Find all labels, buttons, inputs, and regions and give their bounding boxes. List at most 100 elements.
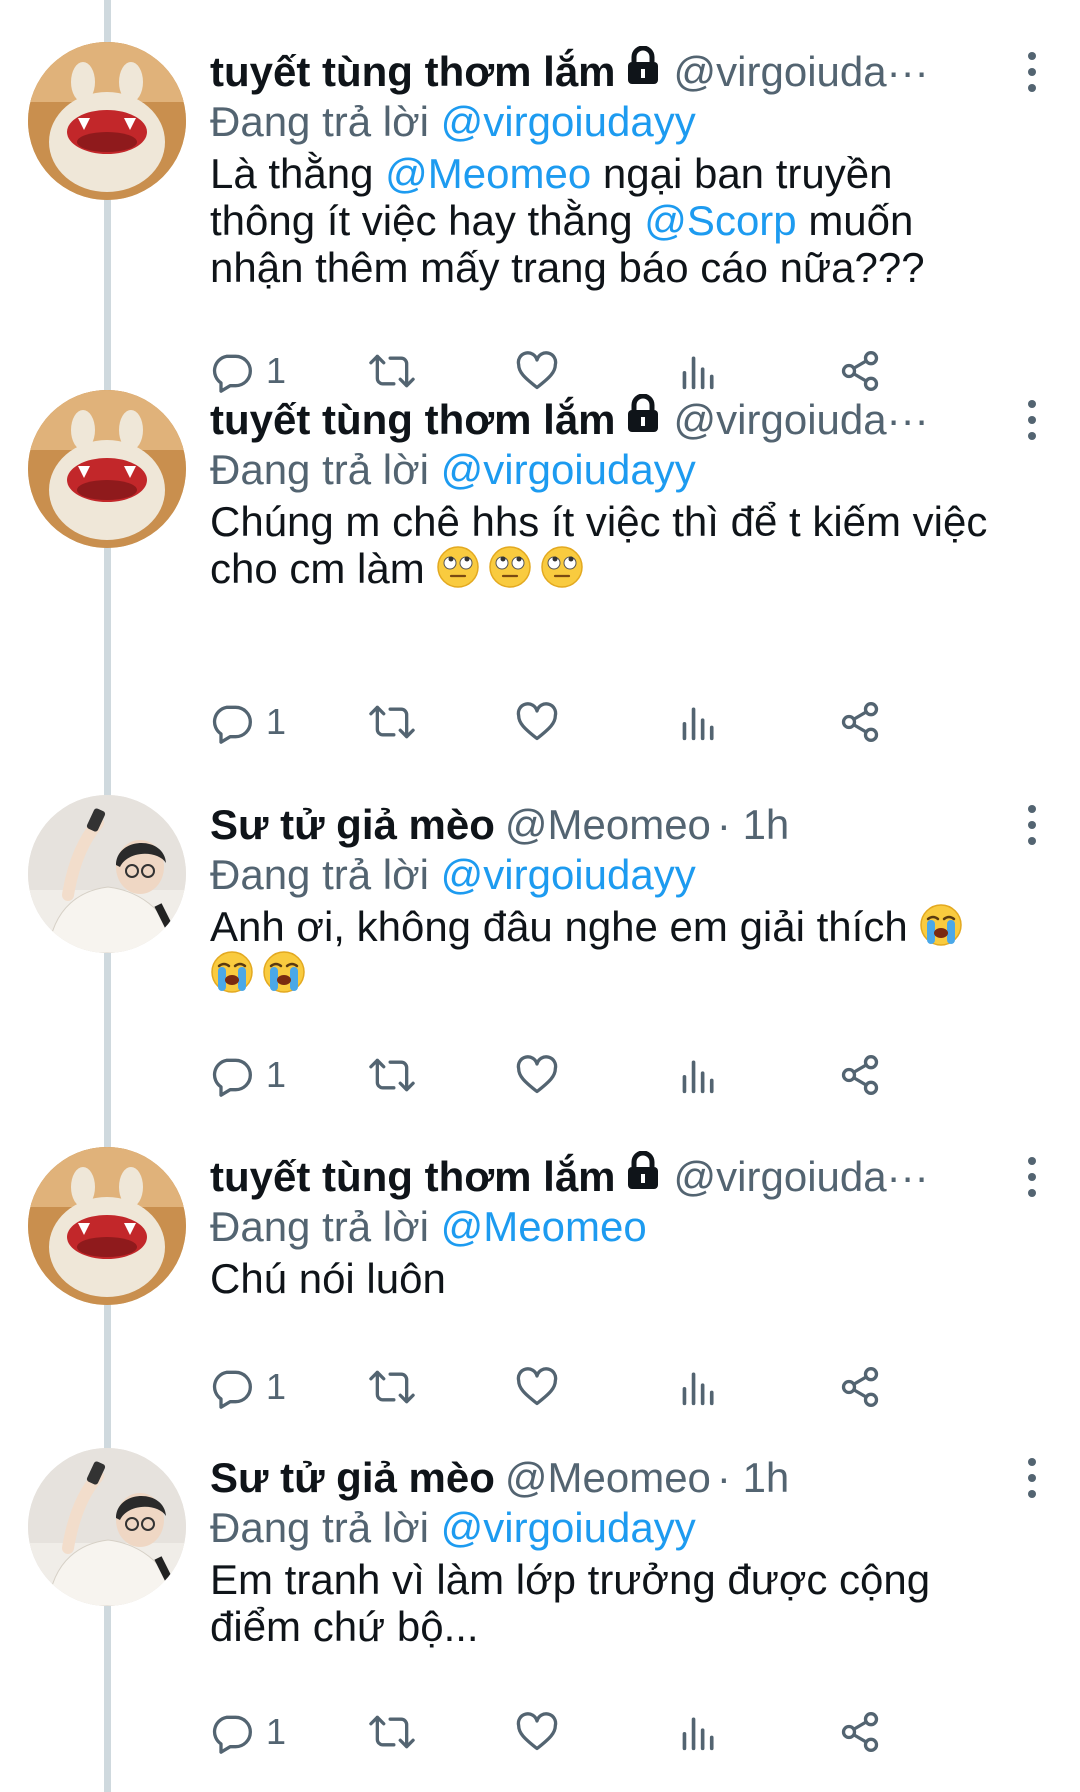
plush-monster-icon: [28, 42, 186, 200]
action-bar: 1: [210, 1045, 1022, 1105]
user-handle[interactable]: @Meomeo: [505, 1448, 711, 1508]
replying-to: Đang trả lời @virgoiudayy: [210, 847, 696, 903]
like-button[interactable]: [515, 1702, 559, 1762]
timestamp[interactable]: · 1h: [717, 795, 789, 855]
share-icon: [841, 1367, 879, 1407]
more-options-icon[interactable]: [1012, 797, 1052, 853]
views-button[interactable]: [679, 692, 719, 752]
tweet-header: tuyết tùng thơm lắm @virgoiuda···: [210, 390, 970, 450]
replying-to-label: Đang trả lời: [210, 851, 429, 898]
action-bar: 1: [210, 1357, 1022, 1417]
reply-mention-link[interactable]: @virgoiudayy: [441, 98, 696, 145]
reply-mention-link[interactable]: @Meomeo: [441, 1203, 647, 1250]
reply-button[interactable]: 1: [210, 1045, 286, 1105]
person-photo-icon: [28, 1448, 186, 1606]
user-handle[interactable]: @virgoiuda···: [674, 390, 929, 450]
text-segment: Chú nói luôn: [210, 1255, 446, 1302]
views-button[interactable]: [679, 1702, 719, 1762]
share-button[interactable]: [838, 1045, 882, 1105]
display-name[interactable]: tuyết tùng thơm lắm: [210, 1147, 616, 1207]
user-handle[interactable]: @Meomeo: [505, 795, 711, 855]
timestamp[interactable]: · 1h: [717, 1448, 789, 1508]
heart-icon: [516, 1712, 558, 1751]
text-segment: muốn: [796, 197, 914, 244]
retweet-button[interactable]: [367, 692, 417, 752]
text-segment: thông ít việc hay thằng: [210, 197, 645, 244]
crying-emoji: [262, 950, 306, 994]
text-segment: cho cm làm: [210, 545, 425, 592]
avatar[interactable]: [28, 1448, 186, 1606]
retweet-icon: [369, 705, 415, 739]
share-button[interactable]: [838, 1702, 882, 1762]
user-handle[interactable]: @virgoiuda···: [674, 42, 929, 102]
replying-to: Đang trả lời @virgoiudayy: [210, 1500, 696, 1556]
share-icon: [841, 1712, 879, 1752]
retweet-button[interactable]: [367, 1357, 417, 1417]
reply-count: 1: [266, 1366, 287, 1407]
reply-button[interactable]: 1: [210, 1702, 286, 1762]
eye-roll-emoji: [436, 545, 480, 589]
retweet-icon: [369, 1715, 415, 1749]
avatar[interactable]: [28, 1147, 186, 1305]
display-name[interactable]: Sư tử giả mèo: [210, 1448, 495, 1508]
text-segment: Em tranh vì làm lớp trưởng được cộng: [210, 1556, 931, 1603]
display-name[interactable]: tuyết tùng thơm lắm: [210, 42, 616, 102]
views-icon: [682, 356, 714, 390]
avatar[interactable]: [28, 795, 186, 953]
more-options-icon[interactable]: [1012, 1149, 1052, 1205]
display-name[interactable]: Sư tử giả mèo: [210, 795, 495, 855]
display-name[interactable]: tuyết tùng thơm lắm: [210, 390, 616, 450]
replying-to: Đang trả lời @Meomeo: [210, 1199, 647, 1255]
more-options-icon[interactable]: [1012, 1450, 1052, 1506]
reply-icon: [212, 705, 252, 744]
eye-roll-emoji: [540, 545, 584, 589]
lock-icon: [626, 1147, 660, 1207]
mention-link[interactable]: @Meomeo: [385, 150, 591, 197]
replying-to-label: Đang trả lời: [210, 1504, 429, 1551]
reply-button[interactable]: 1: [210, 692, 286, 752]
text-segment: Anh ơi, không đâu nghe em giải thích: [210, 903, 908, 950]
tweet-text: Chúng m chê hhs ít việc thì để t kiếm vi…: [210, 498, 1040, 592]
reply-icon: [212, 1058, 252, 1097]
like-button[interactable]: [515, 1045, 559, 1105]
retweet-icon: [369, 354, 415, 388]
reply-icon: [212, 1370, 252, 1409]
heart-icon: [516, 702, 558, 741]
like-button[interactable]: [515, 1357, 559, 1417]
crying-emoji: [919, 903, 963, 947]
share-button[interactable]: [838, 1357, 882, 1417]
text-segment: Chúng m chê hhs ít việc thì để t kiếm vi…: [210, 498, 988, 545]
reply-mention-link[interactable]: @virgoiudayy: [441, 446, 696, 493]
reply-button[interactable]: 1: [210, 1357, 286, 1417]
retweet-button[interactable]: [367, 1045, 417, 1105]
replying-to-label: Đang trả lời: [210, 1203, 429, 1250]
views-icon: [682, 1060, 714, 1094]
heart-icon: [516, 351, 558, 390]
views-icon: [682, 707, 714, 741]
mention-link[interactable]: @Scorp: [644, 197, 796, 244]
action-bar: 1: [210, 1702, 1022, 1762]
views-button[interactable]: [679, 1357, 719, 1417]
heart-icon: [516, 1055, 558, 1094]
avatar[interactable]: [28, 390, 186, 548]
text-segment: ngại ban truyền: [591, 150, 893, 197]
user-handle[interactable]: @virgoiuda···: [674, 1147, 929, 1207]
heart-icon: [516, 1367, 558, 1406]
tweet-header: Sư tử giả mèo @Meomeo · 1h: [210, 1448, 970, 1508]
text-segment: điểm chứ bộ...: [210, 1603, 479, 1650]
more-options-icon[interactable]: [1012, 392, 1052, 448]
views-icon: [682, 1372, 714, 1406]
share-button[interactable]: [838, 692, 882, 752]
like-button[interactable]: [515, 692, 559, 752]
retweet-icon: [369, 1058, 415, 1092]
avatar[interactable]: [28, 42, 186, 200]
reply-mention-link[interactable]: @virgoiudayy: [441, 1504, 696, 1551]
text-segment: Là thằng: [210, 150, 386, 197]
share-icon: [841, 702, 879, 742]
tweet-text: Là thằng @Meomeo ngại ban truyền thông í…: [210, 150, 1040, 291]
retweet-button[interactable]: [367, 1702, 417, 1762]
more-options-icon[interactable]: [1012, 44, 1052, 100]
reply-mention-link[interactable]: @virgoiudayy: [441, 851, 696, 898]
replying-to-label: Đang trả lời: [210, 98, 429, 145]
views-button[interactable]: [679, 1045, 719, 1105]
